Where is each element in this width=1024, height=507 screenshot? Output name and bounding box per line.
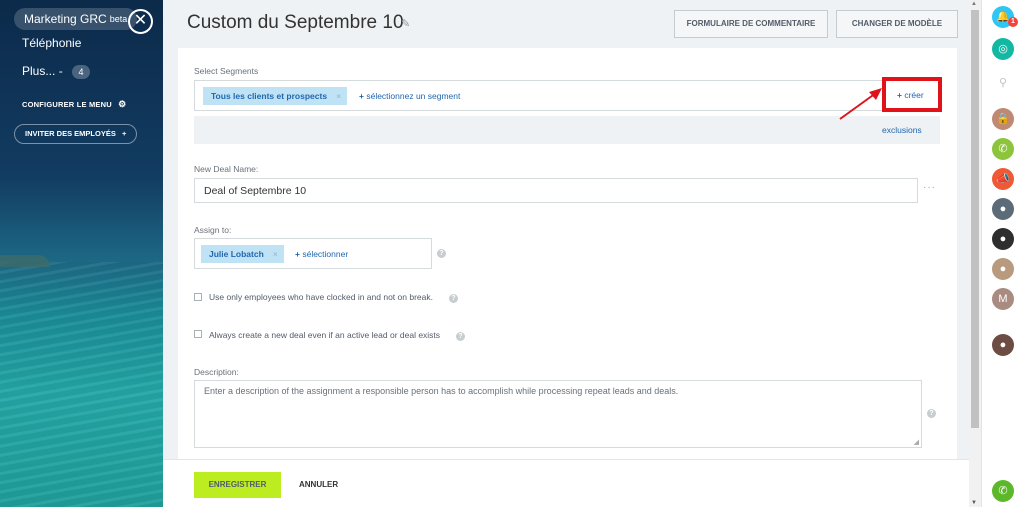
select-assignee-link[interactable]: + sélectionner: [295, 249, 348, 259]
scrollbar[interactable]: ▲ ▼: [969, 0, 981, 507]
exclusions-link[interactable]: exclusions: [882, 125, 922, 135]
deal-name-value: Deal of Septembre 10: [204, 185, 307, 197]
description-label: Description:: [194, 367, 239, 377]
footer-bar: ENREGISTRER ANNULER: [163, 459, 969, 507]
avatar[interactable]: ●: [992, 198, 1014, 220]
select-segment-link[interactable]: + sélectionnez un segment: [359, 91, 460, 101]
page-title: Custom du Septembre 10: [187, 12, 404, 33]
description-placeholder: Enter a description of the assignment a …: [204, 386, 679, 396]
create-segment-link[interactable]: + créer: [897, 90, 924, 100]
avatar[interactable]: ●: [992, 258, 1014, 280]
clocked-in-label: Use only employees who have clocked in a…: [209, 292, 433, 302]
sidebar-item-label: Marketing GRC: [24, 12, 107, 26]
exclusions-bar: exclusions: [194, 116, 940, 144]
sidebar-item-label: Téléphonie: [22, 36, 82, 50]
plus-icon: +: [121, 129, 127, 138]
gear-icon: ⚙: [118, 99, 127, 109]
plus-icon: +: [295, 249, 300, 259]
resize-handle-icon[interactable]: ◢: [914, 438, 919, 446]
avatar[interactable]: ●: [992, 334, 1014, 356]
cancel-button[interactable]: ANNULER: [299, 472, 338, 498]
remove-chip-icon[interactable]: ×: [336, 87, 341, 105]
more-options-icon[interactable]: ···: [923, 182, 936, 193]
avatar-letter[interactable]: M: [992, 288, 1014, 310]
more-separator: -: [58, 64, 63, 78]
help-icon[interactable]: ?: [927, 409, 936, 418]
change-template-button[interactable]: CHANGER DE MODÈLE: [836, 10, 958, 38]
create-segment-label: créer: [904, 90, 924, 100]
remove-chip-icon[interactable]: ×: [273, 245, 278, 263]
background-sea: [0, 262, 163, 507]
sidebar-item-label: Plus...: [22, 64, 56, 78]
notification-badge: 1: [1008, 17, 1018, 27]
clocked-in-checkbox[interactable]: [194, 293, 202, 301]
help-icon[interactable]: ?: [456, 332, 465, 341]
search-icon[interactable]: ⚲: [992, 72, 1014, 94]
assignee-chip[interactable]: Julie Lobatch ×: [201, 245, 284, 263]
left-sidebar: Marketing GRC beta ✕ Téléphonie Plus... -…: [0, 0, 163, 507]
sidebar-item-marketing-grc[interactable]: Marketing GRC beta: [14, 8, 138, 30]
segment-chip[interactable]: Tous les clients et prospects ×: [203, 87, 348, 105]
select-assignee-label: sélectionner: [302, 249, 349, 259]
help-icon[interactable]: ?: [449, 294, 458, 303]
description-textarea[interactable]: Enter a description of the assignment a …: [194, 380, 922, 448]
segments-label: Select Segments: [194, 66, 259, 76]
right-rail: 🔔 1 ◎ ⚲ 🔒 ✆ 📣 ● ● ● M ● ✆: [981, 0, 1024, 507]
invite-employees-button[interactable]: INVITER DES EMPLOYÉS +: [14, 124, 138, 144]
deal-name-label: New Deal Name:: [194, 164, 259, 174]
create-segment-callout: + créer: [882, 77, 942, 112]
call-button-icon[interactable]: ✆: [992, 480, 1014, 502]
edit-title-icon[interactable]: ✎: [401, 17, 410, 30]
assign-label: Assign to:: [194, 225, 232, 235]
megaphone-icon[interactable]: 📣: [992, 168, 1014, 190]
close-icon: ✕: [133, 12, 148, 29]
assign-field[interactable]: Julie Lobatch × + sélectionner: [194, 238, 432, 269]
deal-name-input[interactable]: Deal of Septembre 10: [194, 178, 918, 203]
close-sidebar-button[interactable]: ✕: [128, 9, 153, 34]
scroll-up-icon[interactable]: ▲: [971, 1, 977, 7]
more-count-badge: 4: [72, 65, 91, 79]
segment-chip-label: Tous les clients et prospects: [211, 91, 328, 101]
background-island: [0, 255, 50, 267]
scrollbar-thumb[interactable]: [971, 10, 979, 428]
sidebar-item-telephony[interactable]: Téléphonie: [22, 36, 81, 50]
sidebar-item-more[interactable]: Plus... - 4: [22, 64, 91, 79]
save-button[interactable]: ENREGISTRER: [194, 472, 281, 498]
always-create-label: Always create a new deal even if an acti…: [209, 330, 441, 340]
lock-icon[interactable]: 🔒: [992, 108, 1014, 130]
beta-tag: beta: [109, 14, 128, 24]
scroll-down-icon[interactable]: ▼: [971, 500, 977, 506]
configure-menu-button[interactable]: CONFIGURER LE MENU ⚙: [22, 99, 126, 110]
help-icon[interactable]: ?: [437, 249, 446, 258]
configure-menu-label: CONFIGURER LE MENU: [22, 100, 112, 109]
phone-icon[interactable]: ✆: [992, 138, 1014, 160]
invite-label: INVITER DES EMPLOYÉS: [25, 129, 116, 138]
plus-icon: +: [897, 90, 902, 100]
avatar[interactable]: ●: [992, 228, 1014, 250]
plus-icon: +: [359, 91, 364, 101]
chat-icon[interactable]: ◎: [992, 38, 1014, 60]
pointer-arrow-icon: [839, 88, 882, 120]
select-segment-label: sélectionnez un segment: [366, 91, 461, 101]
feedback-form-button[interactable]: FORMULAIRE DE COMMENTAIRE: [674, 10, 828, 38]
segments-field[interactable]: Tous les clients et prospects × + sélect…: [194, 80, 940, 111]
always-create-checkbox[interactable]: [194, 330, 202, 338]
assignee-chip-label: Julie Lobatch: [209, 249, 264, 259]
